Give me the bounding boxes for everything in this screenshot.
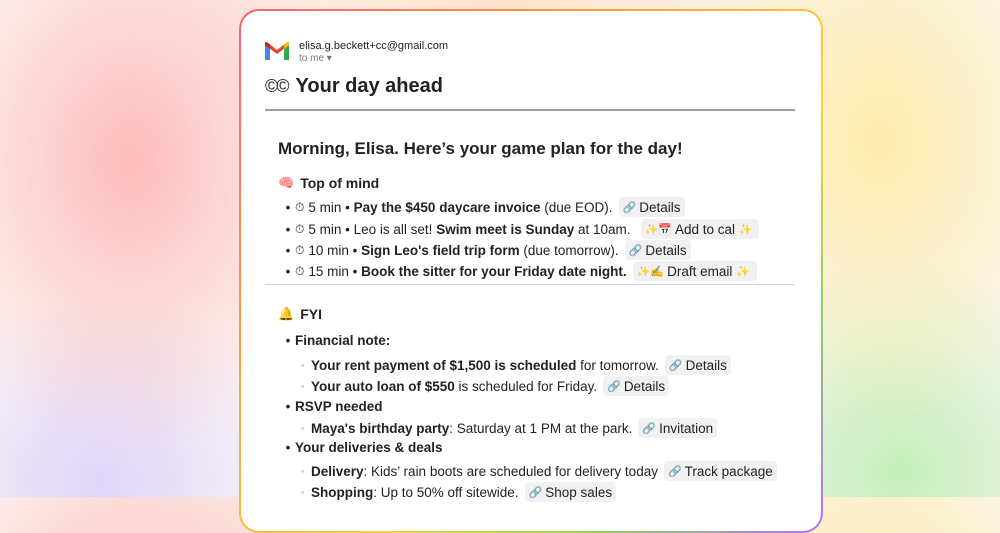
list-item: ◦ Your auto loan of $550 is scheduled fo… bbox=[301, 376, 670, 396]
link-icon: 🔗 bbox=[667, 465, 682, 478]
email-card-border: elisa.g.beckett+cc@gmail.com to me ▾ ©© … bbox=[239, 9, 823, 533]
list-item: ◦ Your rent payment of $1,500 is schedul… bbox=[301, 355, 731, 375]
bell-icon: 🔔 bbox=[278, 306, 295, 321]
list-item: ◦ Shopping: Up to 50% off sitewide. 🔗 Sho… bbox=[301, 482, 617, 502]
subject-divider bbox=[265, 109, 795, 111]
email-subject: Your day ahead bbox=[295, 75, 443, 97]
details-chip[interactable]: 🔗 Details bbox=[618, 197, 685, 217]
sender-header: elisa.g.beckett+cc@gmail.com to me ▾ bbox=[265, 40, 448, 65]
subject-line: ©© Your day ahead bbox=[265, 75, 443, 98]
timer-icon: ⏱ bbox=[295, 199, 305, 214]
details-chip[interactable]: 🔗 Details bbox=[664, 355, 731, 375]
link-icon: 🔗 bbox=[628, 244, 643, 257]
rsvp-label: • RSVP needed bbox=[285, 399, 383, 414]
draft-email-chip[interactable]: ✨✍ Draft email ✨ bbox=[632, 261, 757, 281]
link-icon: 🔗 bbox=[668, 359, 683, 372]
details-chip[interactable]: 🔗 Details bbox=[603, 376, 670, 396]
sparkle-icon: ✨ bbox=[738, 223, 753, 236]
list-item: ◦ Delivery: Kids’ rain boots are schedul… bbox=[301, 461, 777, 481]
list-item: • ⏱ 10 min • Sign Leo's field trip form … bbox=[281, 240, 691, 260]
cc-logo-icon: ©© bbox=[265, 76, 289, 96]
list-item: • ⏱ 5 min • Pay the $450 daycare invoice… bbox=[281, 197, 685, 217]
top-of-mind-heading: 🧠 Top of mind bbox=[278, 175, 380, 191]
list-item: ◦ Maya's birthday party: Saturday at 1 P… bbox=[301, 418, 718, 438]
recipient-dropdown[interactable]: to me ▾ bbox=[299, 53, 448, 65]
add-to-cal-chip[interactable]: ✨📅 Add to cal ✨ bbox=[640, 219, 760, 239]
timer-icon: ⏱ bbox=[295, 263, 305, 278]
email-card: elisa.g.beckett+cc@gmail.com to me ▾ ©© … bbox=[241, 11, 821, 531]
track-package-chip[interactable]: 🔗 Track package bbox=[663, 461, 777, 481]
timer-icon: ⏱ bbox=[295, 221, 305, 236]
section-divider bbox=[265, 284, 795, 285]
invitation-chip[interactable]: 🔗 Invitation bbox=[638, 418, 718, 438]
timer-icon: ⏱ bbox=[295, 242, 305, 257]
gmail-icon bbox=[265, 42, 289, 60]
link-icon: 🔗 bbox=[622, 201, 637, 214]
list-item: • ⏱ 15 min • Book the sitter for your Fr… bbox=[281, 261, 757, 281]
financial-note-label: • Financial note: bbox=[285, 333, 391, 348]
fyi-heading: 🔔 FYI bbox=[278, 306, 322, 322]
details-chip[interactable]: 🔗 Details bbox=[624, 240, 691, 260]
sender-email[interactable]: elisa.g.beckett+cc@gmail.com bbox=[299, 40, 448, 53]
list-item: • ⏱ 5 min • Leo is all set! Swim meet is… bbox=[281, 219, 760, 239]
sparkle-icon: ✨ bbox=[736, 265, 750, 278]
brain-icon: 🧠 bbox=[278, 175, 295, 190]
greeting: Morning, Elisa. Here’s your game plan fo… bbox=[278, 139, 683, 158]
link-icon: 🔗 bbox=[607, 380, 621, 393]
shop-sales-chip[interactable]: 🔗 Shop sales bbox=[524, 482, 617, 502]
sparkle-calendar-icon: ✨📅 bbox=[644, 223, 672, 236]
link-icon: 🔗 bbox=[642, 422, 657, 435]
deliveries-label: • Your deliveries & deals bbox=[285, 440, 443, 455]
sparkle-writing-icon: ✨✍ bbox=[636, 265, 665, 278]
